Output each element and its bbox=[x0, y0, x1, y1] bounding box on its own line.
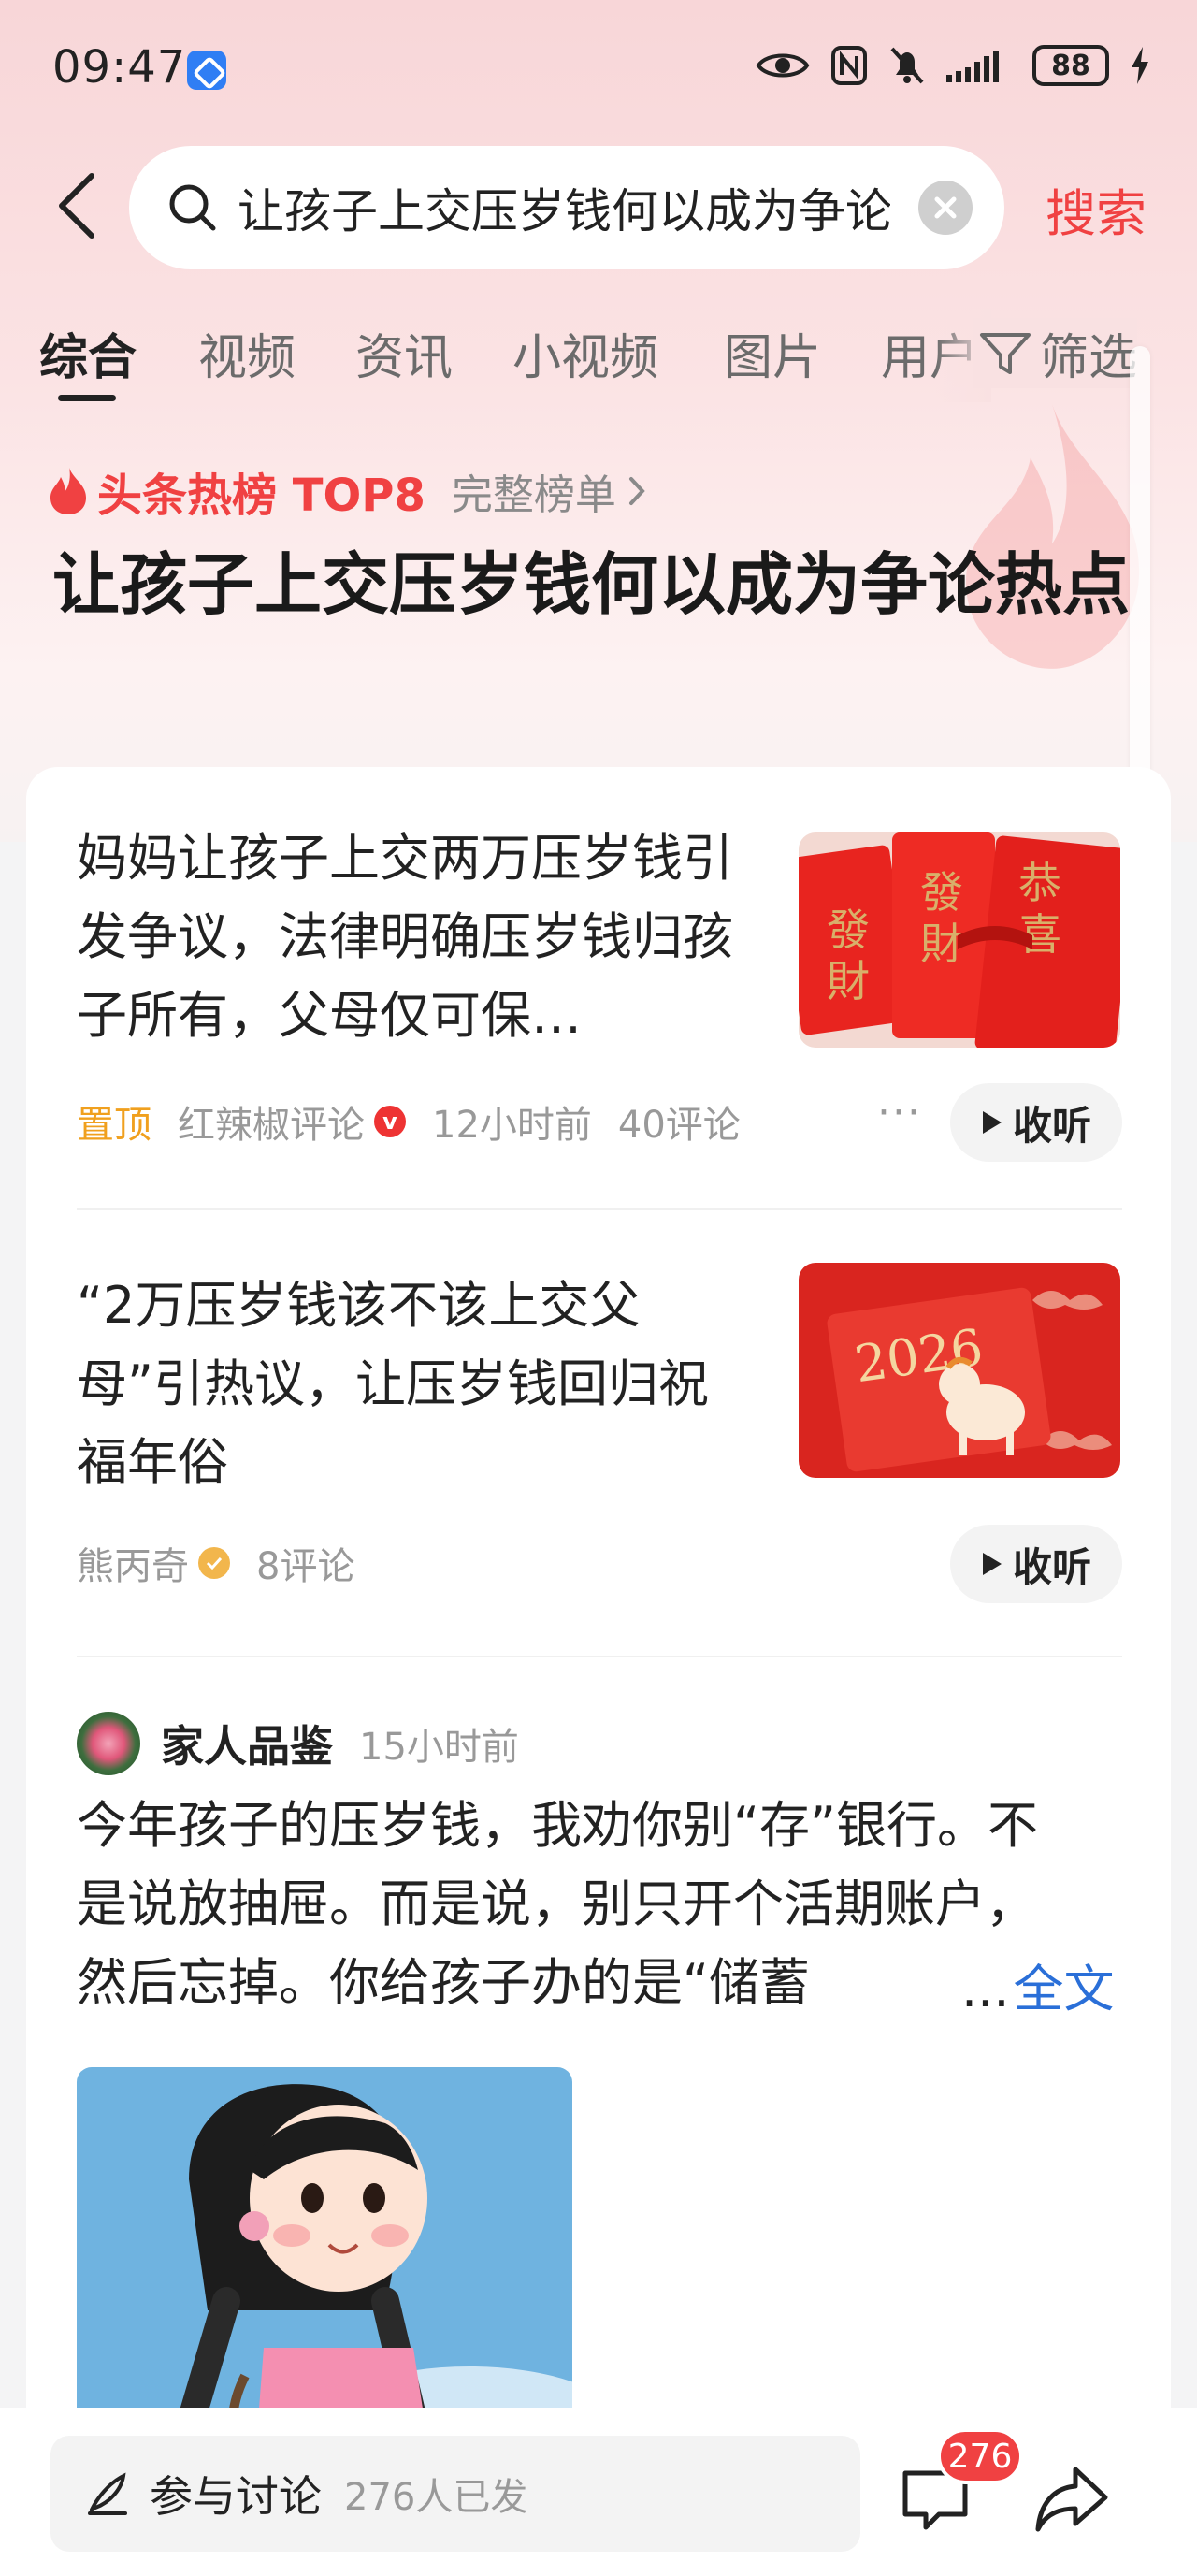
chevron-right-icon bbox=[628, 477, 645, 505]
full-text-label: 全文 bbox=[1013, 1960, 1115, 2019]
hot-list-row[interactable]: 头条热榜 TOP8 完整榜单 bbox=[49, 458, 646, 524]
comment-count-badge: 276 bbox=[937, 2428, 1023, 2484]
divider bbox=[77, 1656, 1122, 1657]
status-icons: 88 bbox=[756, 45, 1150, 86]
svg-text:財: 財 bbox=[920, 919, 963, 969]
gold-verified-badge-icon bbox=[198, 1547, 230, 1579]
flame-watermark-icon bbox=[966, 404, 1140, 669]
news-title-2[interactable]: “2万压岁钱该不该上交父母”引热议，让压岁钱回归祝福年俗 bbox=[77, 1266, 750, 1502]
close-icon bbox=[934, 196, 957, 219]
svg-text:發: 發 bbox=[827, 904, 870, 955]
signal-icon bbox=[946, 51, 999, 82]
app-notification-icon bbox=[187, 51, 226, 90]
results-card: 妈妈让孩子上交两万压岁钱引发争议，法律明确压岁钱归孩子所有，父母仅可保… 發 財… bbox=[26, 767, 1171, 2576]
listen-button-1[interactable]: 收听 bbox=[950, 1083, 1122, 1162]
filter-button[interactable]: 筛选 bbox=[973, 318, 1138, 388]
bottom-bar: 参与讨论 276人已发 276 bbox=[0, 2408, 1197, 2576]
post-time: 15小时前 bbox=[359, 1726, 519, 1769]
clear-search-button[interactable] bbox=[918, 181, 973, 235]
listen-label-1: 收听 bbox=[1012, 1102, 1091, 1149]
back-button[interactable] bbox=[49, 168, 105, 243]
search-box[interactable]: 让孩子上交压岁钱何以成为争论热点 bbox=[129, 146, 1004, 269]
search-input[interactable]: 让孩子上交压岁钱何以成为争论热点 bbox=[238, 174, 890, 241]
play-icon bbox=[982, 1553, 1002, 1575]
filter-icon bbox=[980, 332, 1031, 374]
full-text-link[interactable]: ...全文 bbox=[961, 1947, 1115, 2021]
join-discussion-input[interactable]: 参与讨论 276人已发 bbox=[50, 2436, 860, 2552]
tab-news[interactable]: 资讯 bbox=[355, 318, 453, 388]
play-icon bbox=[982, 1111, 1002, 1134]
news-thumbnail-2[interactable]: 2026 bbox=[799, 1263, 1120, 1478]
news-time-1: 12小时前 bbox=[432, 1104, 592, 1147]
news-meta-2: 熊丙奇 8评论 bbox=[77, 1536, 381, 1590]
battery-indicator: 88 bbox=[1032, 45, 1109, 86]
search-icon bbox=[169, 184, 216, 231]
tab-images[interactable]: 图片 bbox=[724, 318, 821, 388]
ellipsis: ... bbox=[961, 1960, 1010, 2019]
post-text-line: 是说放抽屉。而是说，别只开个活期账户， bbox=[77, 1874, 1036, 1933]
more-options-button[interactable]: ··· bbox=[877, 1089, 922, 1136]
mute-bell-icon bbox=[890, 47, 924, 84]
news-source-1[interactable]: 红辣椒评论 bbox=[178, 1094, 365, 1149]
discuss-label: 参与讨论 bbox=[150, 2471, 322, 2522]
news-title-1[interactable]: 妈妈让孩子上交两万压岁钱引发争议，法律明确压岁钱归孩子所有，父母仅可保… bbox=[77, 819, 750, 1055]
svg-text:恭: 恭 bbox=[1018, 858, 1061, 908]
charging-icon bbox=[1132, 47, 1148, 84]
nfc-icon bbox=[831, 46, 867, 85]
news-comments-2: 8评论 bbox=[256, 1545, 355, 1588]
news-meta-1: 置顶 红辣椒评论 v 12小时前 40评论 bbox=[77, 1094, 767, 1149]
active-tab-indicator bbox=[58, 395, 116, 401]
topic-title: 让孩子上交压岁钱何以成为争论热点 bbox=[52, 545, 1131, 624]
share-icon[interactable] bbox=[1032, 2462, 1111, 2537]
news-thumbnail-1[interactable]: 發 財 發 財 恭 喜 bbox=[799, 832, 1120, 1048]
post-text-line: 今年孩子的压岁钱，我劝你别“存”银行。不 bbox=[77, 1796, 1038, 1855]
svg-text:發: 發 bbox=[920, 867, 963, 918]
tab-comprehensive[interactable]: 综合 bbox=[39, 318, 137, 388]
pinned-label: 置顶 bbox=[77, 1104, 151, 1147]
status-time: 09:47 bbox=[52, 41, 187, 94]
hot-list-label: 头条热榜 TOP8 bbox=[97, 470, 425, 522]
filter-label: 筛选 bbox=[1040, 330, 1138, 386]
search-button[interactable]: 搜索 bbox=[1046, 172, 1147, 246]
verified-badge-icon: v bbox=[374, 1106, 406, 1137]
eye-icon bbox=[756, 53, 810, 78]
discuss-count: 276人已发 bbox=[344, 2476, 528, 2519]
news-source-2[interactable]: 熊丙奇 bbox=[77, 1536, 189, 1590]
avatar[interactable] bbox=[77, 1712, 140, 1775]
tab-bar: 综合 视频 资讯 小视频 图片 用户 筛选 bbox=[0, 309, 1197, 412]
fire-icon bbox=[50, 468, 86, 514]
listen-label-2: 收听 bbox=[1012, 1543, 1091, 1590]
horse-red-envelope-image: 2026 bbox=[799, 1263, 1120, 1478]
news-comments-1: 40评论 bbox=[617, 1104, 741, 1147]
post-header: 家人品鉴 15小时前 bbox=[77, 1712, 519, 1775]
svg-text:財: 財 bbox=[827, 956, 870, 1006]
tab-video[interactable]: 视频 bbox=[198, 318, 296, 388]
status-bar: 09:47 88 bbox=[0, 0, 1197, 140]
pen-icon bbox=[88, 2472, 127, 2515]
divider bbox=[77, 1208, 1122, 1210]
chevron-left-icon bbox=[59, 173, 94, 239]
listen-button-2[interactable]: 收听 bbox=[950, 1525, 1122, 1603]
red-envelopes-image: 發 財 發 財 恭 喜 bbox=[799, 832, 1120, 1048]
tab-short-video[interactable]: 小视频 bbox=[512, 318, 658, 388]
full-list-link[interactable]: 完整榜单 bbox=[452, 461, 616, 521]
post-author[interactable]: 家人品鉴 bbox=[161, 1713, 333, 1774]
